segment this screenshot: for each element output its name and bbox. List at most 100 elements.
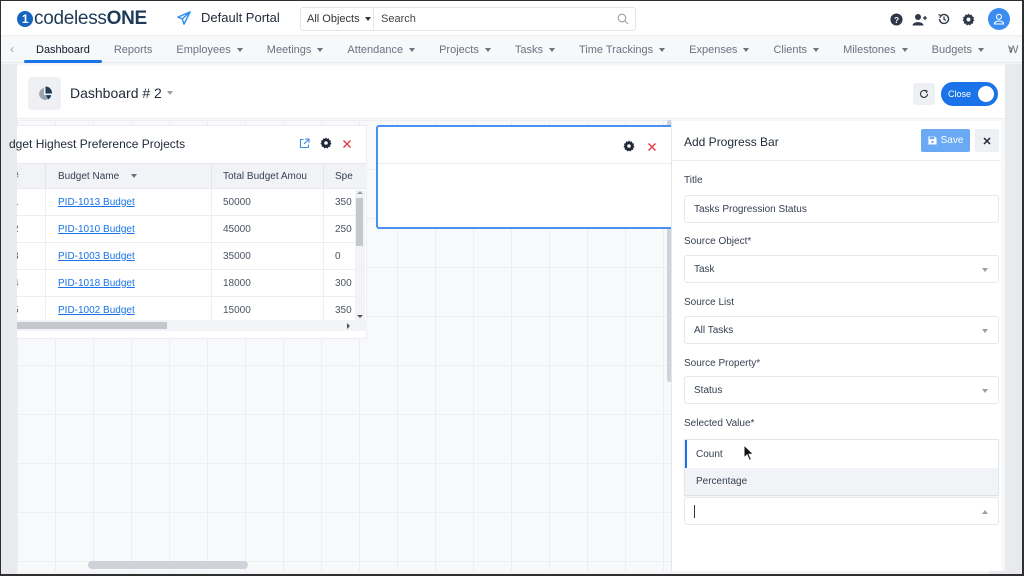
nav-item-reports[interactable]: Reports bbox=[102, 37, 165, 63]
scroll-down-icon[interactable] bbox=[357, 315, 363, 318]
widget-delete-icon[interactable] bbox=[342, 136, 352, 154]
chevron-down-icon bbox=[166, 91, 173, 95]
spent-cell: 350 bbox=[335, 304, 352, 316]
scroll-right-icon[interactable] bbox=[347, 323, 350, 329]
nav-item-meetings[interactable]: Meetings bbox=[255, 37, 336, 63]
add-progress-bar-panel: Add Progress Bar Save Title Tasks Progre… bbox=[671, 121, 1001, 571]
column-header-budget-name[interactable]: Budget Name bbox=[46, 164, 212, 188]
help-icon[interactable]: ? bbox=[884, 7, 908, 31]
search-input[interactable] bbox=[374, 8, 611, 30]
spent-cell: 0 bbox=[335, 250, 341, 262]
table-vertical-scrollbar[interactable] bbox=[355, 190, 365, 320]
search-scope-label: All Objects bbox=[307, 13, 360, 25]
table-cell: 0 bbox=[324, 243, 354, 269]
nav-item-tasks[interactable]: Tasks bbox=[503, 37, 567, 63]
budget-name-link[interactable]: PID-1003 Budget bbox=[58, 251, 135, 262]
title-input[interactable]: Tasks Progression Status bbox=[684, 195, 999, 223]
text-cursor bbox=[694, 505, 695, 518]
refresh-button[interactable] bbox=[913, 83, 935, 105]
nav-item-budgets[interactable]: Budgets bbox=[920, 37, 996, 63]
budget-name-link[interactable]: PID-1002 Budget bbox=[58, 305, 135, 316]
source-list-select[interactable]: All Tasks bbox=[684, 316, 999, 344]
spent-cell: 250 bbox=[335, 223, 352, 235]
budget-name-link[interactable]: PID-1013 Budget bbox=[58, 197, 135, 208]
source-object-select[interactable]: Task bbox=[684, 255, 999, 283]
scrollbar-thumb[interactable] bbox=[356, 198, 363, 246]
chevron-down-icon bbox=[813, 48, 820, 52]
column-header-spent[interactable]: Spe bbox=[324, 164, 354, 188]
chevron-down-icon bbox=[659, 48, 666, 52]
close-panel-button[interactable] bbox=[975, 129, 999, 152]
close-edit-toggle[interactable]: Close bbox=[941, 82, 998, 106]
nav-item-expenses[interactable]: Expenses bbox=[677, 37, 761, 63]
column-header-total-budget[interactable]: Total Budget Amou bbox=[212, 164, 324, 188]
portal-switcher[interactable]: Default Portal bbox=[177, 10, 280, 25]
column-header-index[interactable]: # bbox=[17, 164, 46, 188]
refresh-icon bbox=[920, 89, 929, 98]
save-label: Save bbox=[940, 135, 964, 146]
search-icon[interactable] bbox=[611, 8, 635, 30]
total-budget-cell: 45000 bbox=[223, 223, 251, 235]
budget-name-link[interactable]: PID-1018 Budget bbox=[58, 278, 135, 289]
table-cell: PID-1003 Budget bbox=[46, 243, 212, 269]
table-cell: 18000 bbox=[212, 270, 324, 296]
global-search: All Objects bbox=[300, 7, 636, 31]
budget-table: # Budget Name Total Budget Amou Spe 1 PID… bbox=[17, 163, 367, 331]
app-window: 1 codeless ONE Default Portal All Objects… bbox=[1, 1, 1022, 574]
nav-item-attendance[interactable]: Attendance bbox=[335, 37, 427, 63]
total-budget-cell: 18000 bbox=[223, 277, 251, 289]
save-button[interactable]: Save bbox=[921, 129, 970, 152]
dropdown-option-percentage[interactable]: Percentage bbox=[685, 468, 998, 496]
selected-value-select[interactable] bbox=[684, 497, 999, 525]
floppy-disk-icon bbox=[928, 136, 937, 145]
new-progress-widget[interactable] bbox=[376, 125, 671, 229]
option-text: Count bbox=[696, 448, 723, 460]
scroll-up-icon[interactable] bbox=[357, 191, 363, 194]
widget-settings-icon[interactable] bbox=[623, 139, 635, 157]
open-external-icon[interactable] bbox=[299, 136, 310, 154]
source-object-label: Source Object* bbox=[684, 236, 752, 247]
dashboard-title: Dashboard # 2 bbox=[70, 85, 162, 101]
widget-settings-icon[interactable] bbox=[320, 136, 332, 154]
nav-item-time-trackings[interactable]: Time Trackings bbox=[567, 37, 677, 63]
dropdown-option-count[interactable]: Count bbox=[685, 440, 998, 468]
total-budget-cell: 50000 bbox=[223, 196, 251, 208]
table-cell: 250 bbox=[324, 216, 354, 242]
nav-item-clients[interactable]: Clients bbox=[761, 37, 831, 63]
nav-item-dashboard[interactable]: Dashboard bbox=[24, 37, 102, 63]
search-scope-select[interactable]: All Objects bbox=[301, 8, 374, 30]
table-horizontal-scrollbar[interactable] bbox=[17, 320, 367, 331]
user-avatar-icon[interactable] bbox=[988, 8, 1010, 30]
source-list-value: All Tasks bbox=[694, 324, 734, 336]
chevron-down-icon bbox=[548, 48, 555, 52]
sort-desc-icon bbox=[131, 174, 138, 178]
chevron-down-icon bbox=[236, 48, 243, 52]
toggle-knob bbox=[978, 86, 994, 102]
widget-delete-icon[interactable] bbox=[647, 139, 657, 157]
header-text: Budget Name bbox=[58, 170, 120, 182]
mouse-cursor-icon bbox=[743, 444, 755, 462]
nav-item-label: Time Trackings bbox=[578, 44, 654, 56]
nav-scroll-right-icon[interactable]: › bbox=[1004, 42, 1018, 56]
budget-name-link[interactable]: PID-1010 Budget bbox=[58, 224, 135, 235]
row-index: 1 bbox=[17, 197, 19, 208]
nav-scroll-left-icon[interactable]: ‹ bbox=[5, 42, 19, 56]
row-index: 4 bbox=[17, 278, 19, 289]
history-icon[interactable] bbox=[932, 7, 956, 31]
add-user-icon[interactable] bbox=[908, 7, 932, 31]
nav-item-projects[interactable]: Projects bbox=[427, 37, 503, 63]
dashboard-horizontal-scrollbar[interactable] bbox=[88, 561, 248, 569]
nav-item-employees[interactable]: Employees bbox=[164, 37, 254, 63]
dashboard-title-select[interactable]: Dashboard # 2 bbox=[70, 85, 173, 101]
scrollbar-thumb[interactable] bbox=[17, 322, 167, 329]
source-property-select[interactable]: Status bbox=[684, 376, 999, 404]
table-row: 2 PID-1010 Budget 45000 250 bbox=[17, 216, 367, 243]
logo[interactable]: 1 codeless ONE bbox=[17, 8, 147, 30]
dashboard-area: Dashboard # 2 Close dget Highest Prefere… bbox=[9, 64, 1005, 571]
nav-item-label: Meetings bbox=[266, 44, 312, 56]
settings-icon[interactable] bbox=[956, 7, 980, 31]
nav-item-milestones[interactable]: Milestones bbox=[831, 37, 920, 63]
chevron-down-icon bbox=[982, 329, 988, 333]
chevron-down-icon bbox=[743, 48, 750, 52]
header-text: Spe bbox=[335, 170, 353, 182]
